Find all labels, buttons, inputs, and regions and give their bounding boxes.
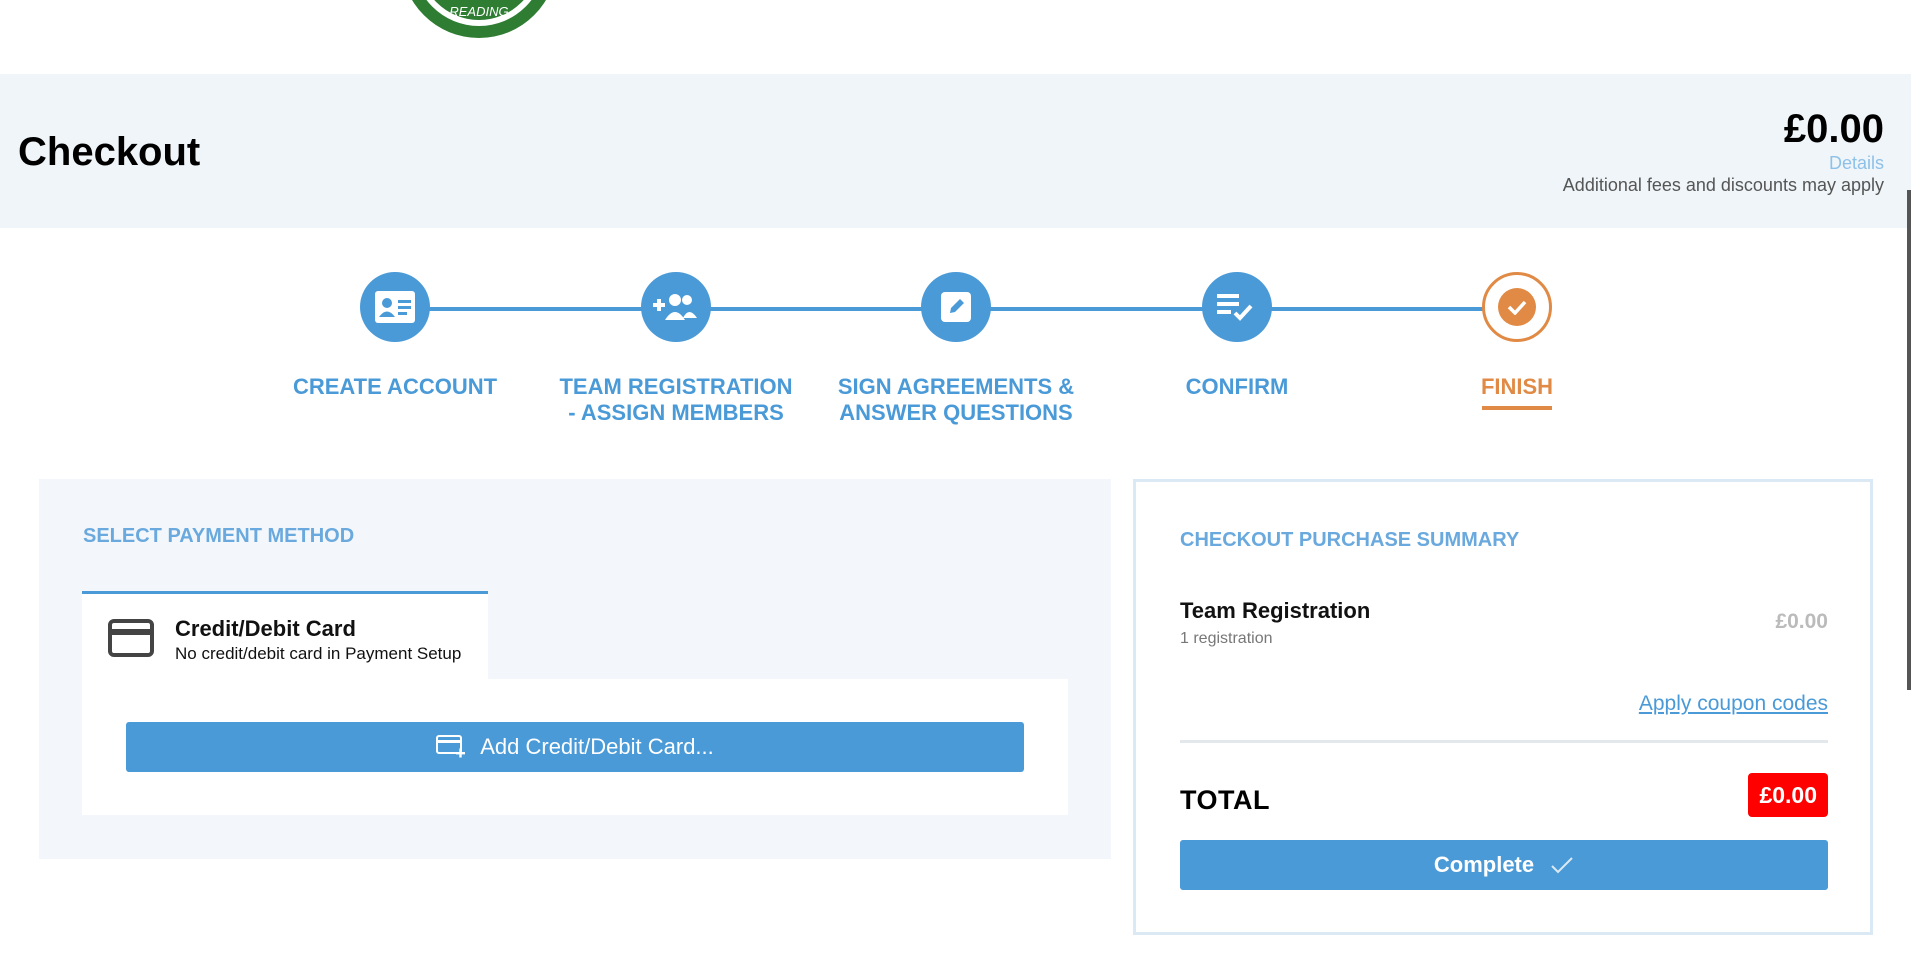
payment-body: Add Credit/Debit Card... [82,679,1068,815]
edit-icon [941,292,971,322]
checklist-icon [1217,294,1253,321]
header-price-box: £0.00 Details Additional fees and discou… [1563,106,1884,196]
purchase-summary: CHECKOUT PURCHASE SUMMARY Team Registrat… [1133,479,1873,935]
club-logo: READING [412,0,546,38]
complete-button[interactable]: Complete [1180,840,1828,890]
scrollbar[interactable] [1907,190,1911,690]
add-card-button[interactable]: Add Credit/Debit Card... [126,722,1024,772]
step-label-sign-agreements: SIGN AGREEMENTS & ANSWER QUESTIONS [837,374,1075,425]
step-confirm-circle [1202,272,1272,342]
step-create-account-circle [360,272,430,342]
logo-text: READING [449,4,508,19]
header-price: £0.00 [1783,107,1884,151]
complete-label: Complete [1433,852,1535,877]
id-card-icon [375,291,415,323]
add-card-icon [436,735,466,758]
step-finish-circle [1482,272,1552,342]
step-sign-agreements-circle [921,272,991,342]
step-label-create-account: CREATE ACCOUNT [292,374,498,399]
step-team-registration-circle [641,272,711,342]
summary-item-subtitle: 1 registration [1180,630,1273,647]
credit-card-icon [108,619,154,657]
summary-title: CHECKOUT PURCHASE SUMMARY [1180,529,1520,551]
details-link[interactable]: Details [1563,152,1884,174]
summary-divider [1180,740,1828,743]
add-users-icon [653,294,697,320]
summary-item-name: Team Registration [1180,598,1371,623]
finish-underline [1482,406,1552,410]
payment-tab-title: Credit/Debit Card [175,616,356,641]
page-title: Checkout [18,130,201,174]
payment-panel: SELECT PAYMENT METHOD Credit/Debit Card … [39,479,1111,859]
step-label-confirm: CONFIRM [1185,374,1289,399]
summary-item-price: £0.00 [1775,610,1828,633]
checkout-header: Checkout £0.00 Details Additional fees a… [0,74,1911,228]
step-label-finish: FINISH [1480,374,1554,399]
check-icon [1507,300,1527,315]
step-label-team-registration: TEAM REGISTRATION - ASSIGN MEMBERS [559,374,793,425]
payment-tab-credit-card[interactable]: Credit/Debit Card No credit/debit card i… [82,591,488,679]
checkmark-icon [1551,857,1573,874]
checkout-stepper: CREATE ACCOUNT TEAM REGISTRATION - ASSIGN… [0,272,1911,432]
add-card-label: Add Credit/Debit Card... [480,734,714,759]
payment-title: SELECT PAYMENT METHOD [83,525,355,547]
apply-coupon-link[interactable]: Apply coupon codes [1639,692,1828,716]
total-price-badge: £0.00 [1748,773,1828,817]
payment-tab-subtitle: No credit/debit card in Payment Setup [175,644,462,663]
total-label: TOTAL [1180,785,1270,815]
fees-note: Additional fees and discounts may apply [1562,175,1884,195]
